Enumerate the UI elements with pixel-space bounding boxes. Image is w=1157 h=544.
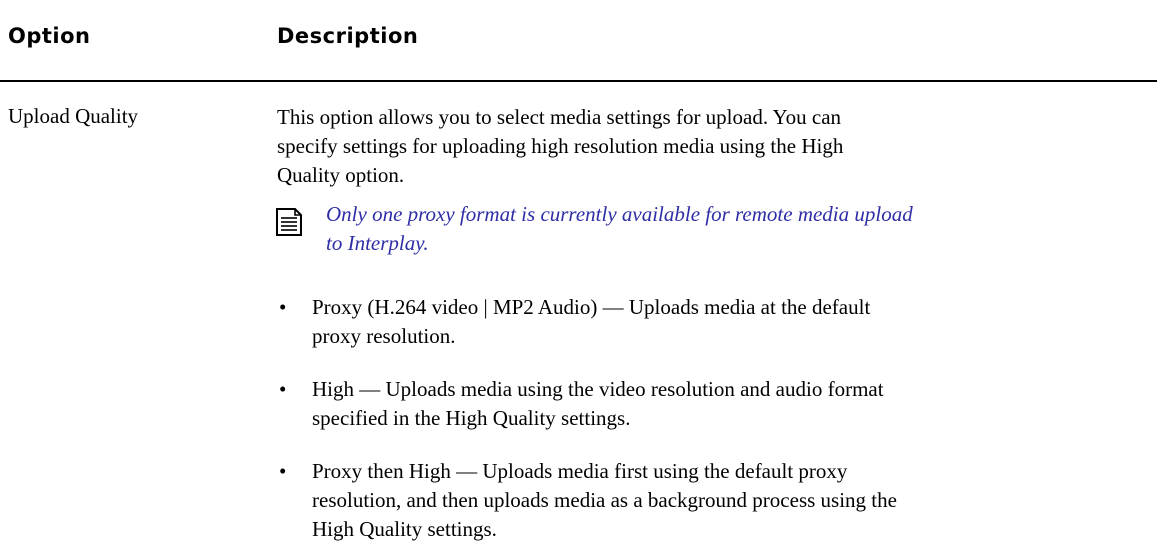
list-item-text: High — Uploads media using the video res… <box>312 377 884 430</box>
list-item-text: Proxy (H.264 video | MP2 Audio) — Upload… <box>312 295 871 348</box>
list-item-text: Proxy then High — Uploads media first us… <box>312 459 897 541</box>
note-icon <box>276 208 302 236</box>
bullet-icon: • <box>279 377 287 401</box>
column-header-option: Option <box>8 24 91 48</box>
bullet-icon: • <box>279 295 287 319</box>
column-header-description: Description <box>277 24 419 48</box>
options-table: Option Description Upload Quality This o… <box>0 0 1157 541</box>
option-name: Upload Quality <box>8 104 139 128</box>
option-description: This option allows you to select media s… <box>277 105 844 187</box>
table-header-row: Option Description <box>0 0 1157 82</box>
note-text: Only one proxy format is currently avail… <box>326 202 913 255</box>
bullet-icon: • <box>279 459 287 483</box>
